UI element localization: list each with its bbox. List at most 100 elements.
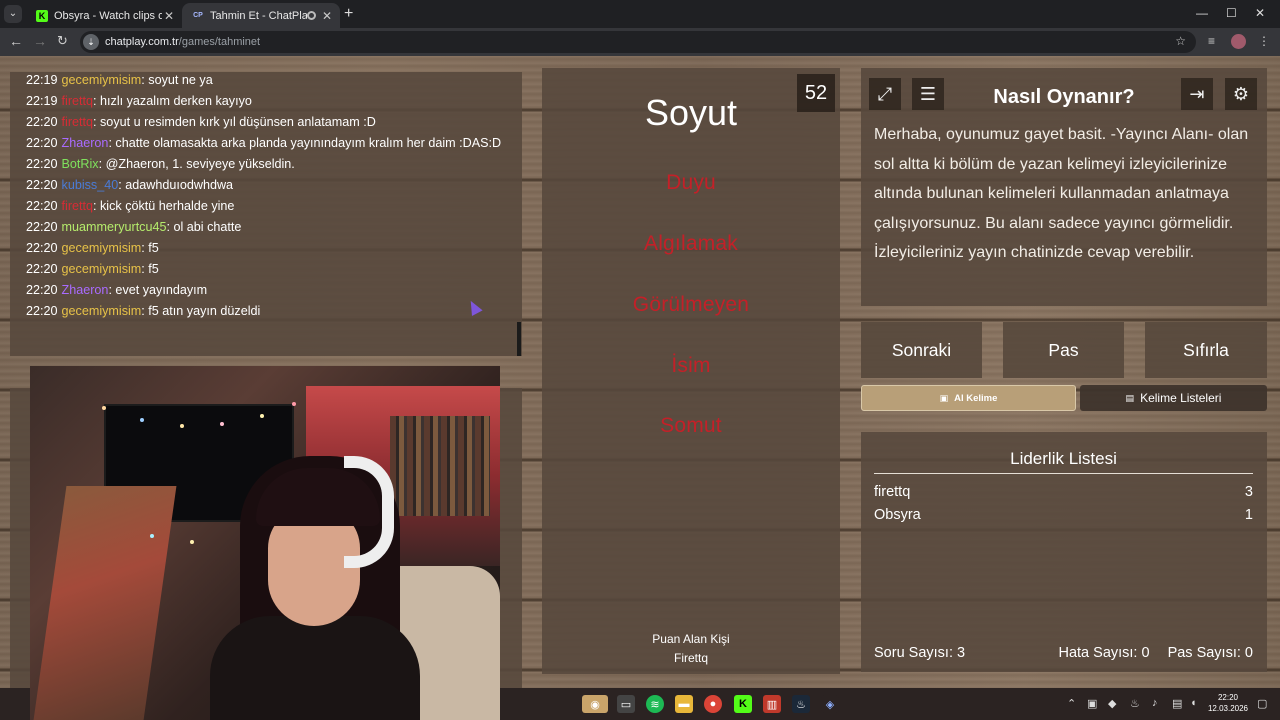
chat-text: : hızlı yazalım derken kayıyo [93, 94, 252, 108]
chat-username[interactable]: BotRix [62, 157, 99, 171]
error-count: Hata Sayısı: 0 [1058, 645, 1150, 661]
chat-text: : f5 atın yayın düzeldi [141, 304, 261, 318]
address-bar[interactable]: ⇣ chatplay.com.tr/games/tahminet ☆ [80, 31, 1196, 53]
chat-username[interactable]: Zhaeron [62, 136, 109, 150]
site-info-icon[interactable]: ⇣ [83, 34, 99, 50]
chat-username[interactable]: kubiss_40 [62, 178, 119, 192]
main-word: Soyut [644, 92, 738, 133]
chat-message-list: 22:19 gecemiymisim: soyut ne ya 22:19 firet… [26, 70, 514, 322]
chat-username[interactable]: gecemiymisim [62, 304, 142, 318]
kick-app-icon[interactable]: K [734, 695, 752, 713]
chat-username[interactable]: gecemiymisim [62, 262, 142, 276]
tray-steam-icon[interactable]: ♨ [1130, 697, 1140, 710]
spotify-icon[interactable]: ≋ [646, 695, 664, 713]
chat-username[interactable]: firettq [62, 199, 94, 213]
media-controls-icon[interactable]: ≡ [1208, 34, 1215, 48]
next-button[interactable]: Sonraki [861, 322, 982, 378]
logout-icon[interactable]: ⇥ [1181, 78, 1213, 110]
pass-count: Pas Sayısı: 0 [1167, 645, 1253, 661]
forbidden-word: İsim [671, 354, 711, 377]
volume-icon[interactable]: ◖ [1190, 697, 1197, 709]
chat-message: 22:20 gecemiymisim: f5 [26, 238, 514, 259]
notification-icon[interactable]: ▢ [1257, 697, 1267, 710]
steam-icon[interactable]: ♨ [792, 695, 810, 713]
window-close-icon[interactable]: ✕ [1255, 6, 1265, 20]
tab-chatplay[interactable]: CP Tahmin Et - ChatPlay ✕ [182, 3, 340, 28]
ai-icon: ▣ [939, 392, 949, 403]
tab-title: Obsyra - Watch clips on Kick [54, 9, 162, 22]
fullscreen-icon[interactable]: ⤢ [869, 78, 901, 110]
taskbar-clock[interactable]: 22:20 12.03.2026 [1204, 692, 1252, 714]
leaderboard-row: Obsyra 1 [874, 507, 1253, 523]
forward-arrow-icon[interactable]: → [33, 33, 47, 49]
scorer-name: Firettq [673, 651, 708, 665]
chat-message: 22:20 gecemiymisim: f5 [26, 259, 514, 280]
leaderboard-title: Liderlik Listesi [874, 449, 1253, 474]
how-to-play-title: Nasıl Oynanır? [993, 86, 1135, 108]
chat-scrollbar[interactable] [517, 322, 521, 356]
list-icon: ▤ [1125, 392, 1135, 403]
microphone-icon[interactable]: ♪ [1152, 697, 1158, 709]
chat-username[interactable]: muammeryurtcu45 [62, 220, 167, 234]
reset-button[interactable]: Sıfırla [1145, 322, 1267, 378]
tray-expand-icon[interactable]: ⌃ [1067, 697, 1076, 710]
minimize-icon[interactable]: — [1196, 6, 1208, 20]
game-app-icon[interactable]: ◉ [582, 695, 608, 713]
browser-tab-bar: ⌄ K Obsyra - Watch clips on Kick ✕ CP Ta… [0, 0, 1280, 28]
tray-app-icon[interactable]: ▣ [1087, 697, 1097, 710]
tray-app-icon[interactable]: ◆ [1108, 697, 1116, 710]
profile-avatar[interactable] [1231, 34, 1246, 49]
chat-timestamp: 22:20 [26, 136, 58, 150]
fairy-light [140, 418, 144, 422]
chat-timestamp: 22:20 [26, 178, 58, 192]
close-tab-icon[interactable]: ✕ [162, 9, 176, 23]
bookmark-star-icon[interactable]: ☆ [1175, 34, 1186, 48]
chat-message: 22:20 muammeryurtcu45: ol abi chatte [26, 217, 514, 238]
word-lists-button[interactable]: ▤ Kelime Listeleri [1080, 385, 1267, 411]
chat-text: : chatte olamasakta arka planda yayınınd… [108, 136, 502, 150]
get-word-button[interactable]: ▣ Al Kelime [861, 385, 1076, 411]
question-count: Soru Sayısı: 3 [874, 645, 966, 661]
chat-timestamp: 22:20 [26, 283, 58, 297]
chat-text: : soyut ne ya [141, 73, 213, 87]
fairy-light [102, 406, 106, 410]
tab-title: Tahmin Et - ChatPlay [210, 9, 307, 22]
folder-icon[interactable]: ▬ [675, 695, 693, 713]
chat-username[interactable]: gecemiymisim [62, 73, 142, 87]
tab-kick[interactable]: K Obsyra - Watch clips on Kick ✕ [26, 3, 182, 28]
chat-timestamp: 22:20 [26, 304, 58, 318]
tab-search-button[interactable]: ⌄ [4, 5, 22, 23]
clock-time: 22:20 [1217, 693, 1239, 702]
chat-message: 22:19 firettq: hızlı yazalım derken kayıy… [26, 91, 514, 112]
chat-timestamp: 22:19 [26, 73, 58, 87]
back-arrow-icon[interactable]: ← [9, 33, 23, 49]
webcam-painting [33, 486, 177, 720]
chat-message: 22:20 firettq: kick çöktü herhalde yine [26, 196, 514, 217]
chat-username[interactable]: firettq [62, 115, 94, 129]
fairy-light [220, 422, 224, 426]
media-app-icon[interactable]: ▥ [763, 695, 781, 713]
forbidden-word: Duyu [666, 171, 716, 194]
reload-icon[interactable]: ↻ [57, 33, 68, 49]
settings-gear-icon[interactable]: ⚙ [1225, 78, 1257, 110]
browser-menu-icon[interactable]: ⋮ [1258, 34, 1270, 48]
maximize-icon[interactable]: ☐ [1226, 6, 1237, 20]
webcam-headset [344, 456, 394, 568]
player-name: firettq [874, 484, 911, 500]
fairy-light [150, 534, 154, 538]
chat-username[interactable]: Zhaeron [62, 283, 109, 297]
chat-message: 22:20 gecemiymisim: f5 atın yayın düzeldi [26, 301, 514, 322]
chrome-icon[interactable]: ● [704, 695, 722, 713]
app-icon[interactable]: ◈ [821, 695, 839, 713]
chat-timestamp: 22:20 [26, 157, 58, 171]
chat-message: 22:19 gecemiymisim: soyut ne ya [26, 70, 514, 91]
window-app-icon[interactable]: ▭ [617, 695, 635, 713]
network-icon[interactable]: ▤ [1172, 697, 1182, 710]
close-tab-icon[interactable]: ✕ [320, 9, 334, 23]
chat-message: 22:20 Zhaeron: chatte olamasakta arka pla… [26, 133, 514, 154]
chat-username[interactable]: firettq [62, 94, 94, 108]
chat-username[interactable]: gecemiymisim [62, 241, 142, 255]
chat-text: : evet yayındayım [108, 283, 208, 297]
pass-button[interactable]: Pas [1003, 322, 1124, 378]
new-tab-button[interactable]: + [344, 5, 353, 23]
